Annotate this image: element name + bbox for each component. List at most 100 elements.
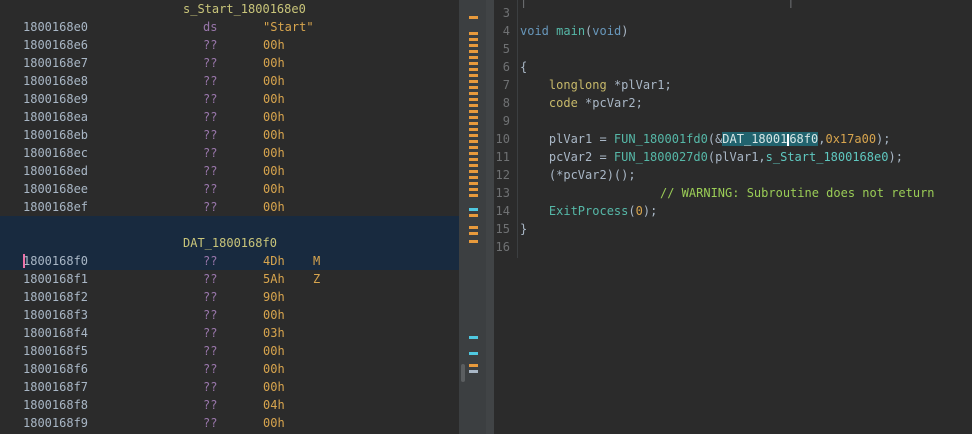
code-line-11[interactable]: 11 pcVar2 = FUN_1800027d0(plVar1,s_Start… [494, 148, 972, 166]
overview-marker[interactable] [469, 110, 478, 113]
address[interactable]: 1800168f8 [23, 398, 88, 412]
operand-value[interactable]: 5Ah [263, 272, 285, 286]
code-line-5[interactable]: 5 [494, 40, 972, 58]
code-line-3[interactable]: 3 [494, 4, 972, 22]
overview-marker[interactable] [469, 116, 478, 119]
overview-marker[interactable] [469, 122, 478, 125]
operand-value[interactable]: 00h [263, 308, 285, 322]
overview-marker[interactable] [469, 232, 478, 235]
overview-marker[interactable] [469, 134, 478, 137]
overview-marker[interactable] [469, 44, 478, 47]
operand-value[interactable]: 00h [263, 182, 285, 196]
code-line-14[interactable]: 14 ExitProcess(0); [494, 202, 972, 220]
code-line-15[interactable]: 15 } [494, 220, 972, 238]
operand-value[interactable]: 00h [263, 344, 285, 358]
decompiler-pane[interactable]: | | 3 4 void main(void) 5 6 { 7 longlong… [494, 0, 972, 434]
operand-value[interactable]: 03h [263, 326, 285, 340]
operand-value[interactable]: 00h [263, 146, 285, 160]
overview-marker[interactable] [469, 80, 478, 83]
listing-row[interactable]: 1800168ea?? 00h [0, 108, 459, 126]
overview-marker[interactable] [469, 86, 478, 89]
label-row[interactable]: s_Start_1800168e0 [0, 0, 459, 18]
listing-row[interactable]: 1800168eb?? 00h [0, 126, 459, 144]
operand-value[interactable]: 90h [263, 290, 285, 304]
label-dat[interactable]: DAT_1800168f0 [183, 236, 277, 250]
overview-marker[interactable] [469, 38, 478, 41]
code-line-8[interactable]: 8 code *pcVar2; [494, 94, 972, 112]
operand-value[interactable]: 4Dh [263, 254, 285, 268]
overview-marker[interactable] [469, 98, 478, 101]
function-fun-180001fd0[interactable]: FUN_180001fd0 [614, 132, 708, 146]
overview-marker[interactable] [469, 146, 478, 149]
function-fun-1800027d0[interactable]: FUN_1800027d0 [614, 150, 708, 164]
address[interactable]: 1800168e0 [23, 20, 88, 34]
code-line-10[interactable]: 10 plVar1 = FUN_180001fd0(&DAT_18001 68f0… [494, 130, 972, 148]
operand-value[interactable]: 00h [263, 200, 285, 214]
address[interactable]: 1800168ec [23, 146, 88, 160]
listing-row[interactable]: 1800168e0 ds "Start" [0, 18, 459, 36]
type-longlong[interactable]: longlong [549, 78, 607, 92]
overview-marker[interactable] [469, 104, 478, 107]
overview-marker[interactable] [469, 370, 478, 373]
call-expression[interactable]: (*pcVar2)(); [520, 168, 636, 182]
listing-row[interactable]: 1800168f9?? 00h [0, 414, 459, 432]
operand-value[interactable]: 00h [263, 362, 285, 376]
code-line-16[interactable]: 16 [494, 238, 972, 256]
overview-marker[interactable] [469, 194, 478, 197]
listing-row[interactable]: 1800168f5?? 00h [0, 342, 459, 360]
overview-marker[interactable] [469, 16, 478, 19]
code-line-12[interactable]: 12 (*pcVar2)(); [494, 166, 972, 184]
operand-value[interactable]: 00h [263, 110, 285, 124]
listing-row[interactable]: 1800168e6?? 00h [0, 36, 459, 54]
overview-marker[interactable] [469, 56, 478, 59]
code-line-13[interactable]: 13 // WARNING: Subroutine does not retur… [494, 184, 972, 202]
function-exitprocess[interactable]: ExitProcess [549, 204, 628, 218]
overview-marker[interactable] [469, 188, 478, 191]
code-line-6[interactable]: 6 { [494, 58, 972, 76]
overview-marker[interactable] [469, 170, 478, 173]
overview-marker[interactable] [469, 214, 478, 217]
address[interactable]: 1800168e9 [23, 92, 88, 106]
address[interactable]: 1800168f2 [23, 290, 88, 304]
listing-row[interactable]: 1800168ed?? 00h [0, 162, 459, 180]
listing-row[interactable]: 1800168f6?? 00h [0, 360, 459, 378]
listing-row[interactable]: 1800168ee?? 00h [0, 180, 459, 198]
listing-row[interactable]: 1800168e8?? 00h [0, 72, 459, 90]
address[interactable]: 1800168f4 [23, 326, 88, 340]
operand-value[interactable]: 00h [263, 74, 285, 88]
symbol-dat-selected[interactable]: DAT_18001 68f0 [722, 132, 819, 146]
overview-marker[interactable] [469, 182, 478, 185]
code-line-9[interactable]: 9 [494, 112, 972, 130]
overview-scroll-thumb[interactable] [461, 364, 465, 382]
address[interactable]: 1800168ee [23, 182, 88, 196]
address[interactable]: 1800168f3 [23, 308, 88, 322]
overview-marker[interactable] [469, 128, 478, 131]
function-main[interactable]: main [556, 24, 585, 38]
code-line-7[interactable]: 7 longlong *plVar1; [494, 76, 972, 94]
address[interactable]: 1800168e8 [23, 74, 88, 88]
listing-row[interactable]: 1800168f2?? 90h [0, 288, 459, 306]
operand-value[interactable]: 00h [263, 38, 285, 52]
address[interactable]: 1800168ed [23, 164, 88, 178]
address[interactable]: 1800168ea [23, 110, 88, 124]
operand-value[interactable]: 00h [263, 128, 285, 142]
overview-marker[interactable] [469, 152, 478, 155]
overview-marker[interactable] [469, 62, 478, 65]
listing-row[interactable]: 1800168e9?? 00h [0, 90, 459, 108]
address[interactable]: 1800168f5 [23, 344, 88, 358]
overview-marker[interactable] [469, 336, 478, 339]
address[interactable]: 1800168e7 [23, 56, 88, 70]
address[interactable]: 1800168f9 [23, 416, 88, 430]
overview-marker[interactable] [469, 208, 478, 211]
listing-row[interactable]: 1800168ef?? 00h [0, 198, 459, 216]
overview-marker[interactable] [469, 240, 478, 243]
operand-value[interactable]: 04h [263, 398, 285, 412]
overview-marker[interactable] [469, 92, 478, 95]
code-line-4[interactable]: 4 void main(void) [494, 22, 972, 40]
overview-marker[interactable] [469, 158, 478, 161]
var-plvar1-decl[interactable]: *plVar1; [614, 78, 672, 92]
listing-row[interactable]: 1800168ec?? 00h [0, 144, 459, 162]
overview-marker[interactable] [469, 164, 478, 167]
listing-row[interactable]: 1800168f0?? 4Dh M [0, 252, 459, 270]
label-s-start[interactable]: s_Start_1800168e0 [183, 2, 306, 16]
